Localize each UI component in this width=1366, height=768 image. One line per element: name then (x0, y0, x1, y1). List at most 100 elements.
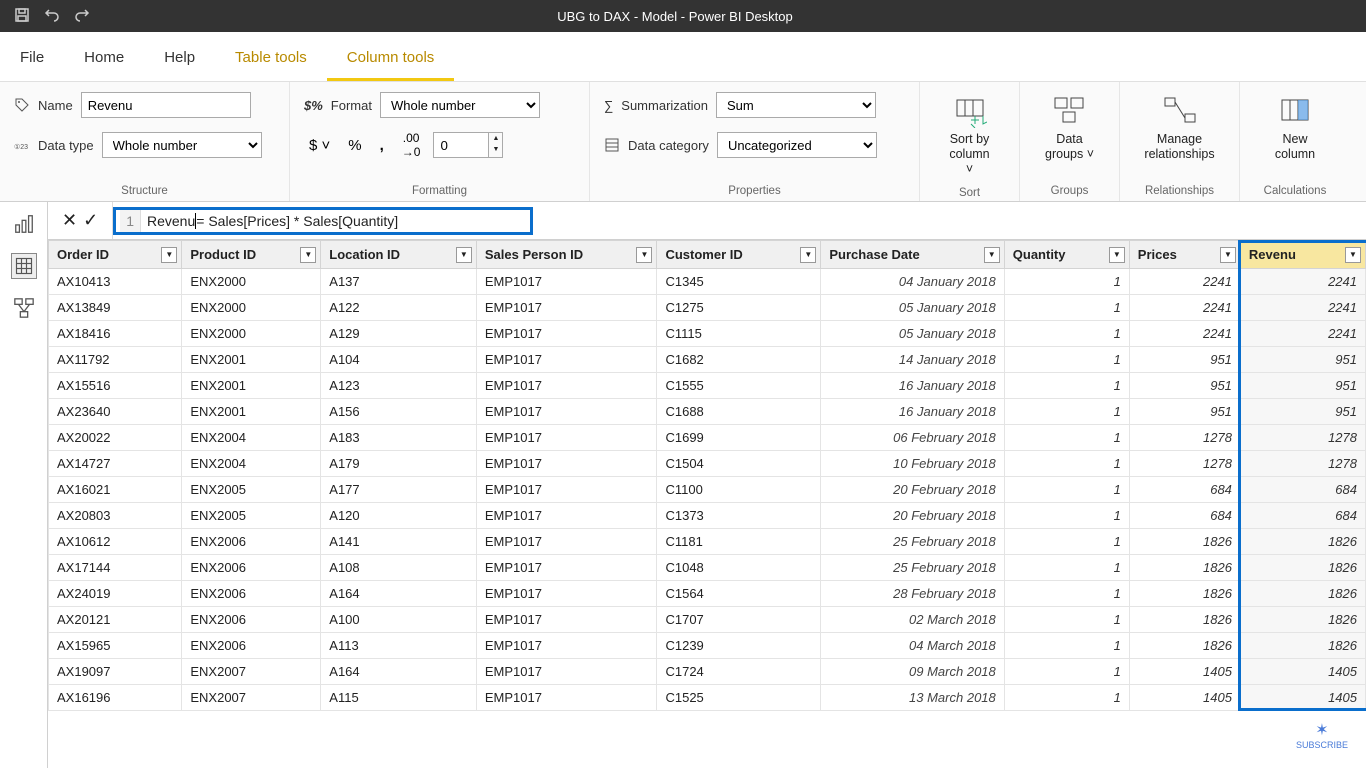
cell[interactable]: EMP1017 (476, 373, 657, 399)
cell[interactable]: 25 February 2018 (821, 529, 1004, 555)
spin-down-icon[interactable]: ▼ (489, 144, 502, 155)
cell[interactable]: AX10413 (49, 269, 182, 295)
menu-home[interactable]: Home (64, 37, 144, 81)
cell[interactable]: C1048 (657, 555, 821, 581)
cell[interactable]: A164 (321, 581, 477, 607)
cell[interactable]: 2241 (1129, 269, 1240, 295)
cell[interactable]: ENX2007 (182, 659, 321, 685)
cell[interactable]: AX15965 (49, 633, 182, 659)
cell[interactable]: EMP1017 (476, 529, 657, 555)
cell[interactable]: AX16196 (49, 685, 182, 711)
subscribe-badge[interactable]: ✶ SUBSCRIBE (1296, 720, 1348, 750)
cell[interactable]: 2241 (1129, 321, 1240, 347)
cell[interactable]: 1405 (1240, 685, 1365, 711)
cell[interactable]: 20 February 2018 (821, 503, 1004, 529)
cell[interactable]: AX18416 (49, 321, 182, 347)
undo-icon[interactable] (44, 7, 60, 26)
filter-dropdown-icon[interactable]: ▼ (300, 247, 316, 263)
column-header-customer-id[interactable]: Customer ID▼ (657, 241, 821, 269)
cell[interactable]: 1 (1004, 633, 1129, 659)
cell[interactable]: EMP1017 (476, 555, 657, 581)
cell[interactable]: EMP1017 (476, 633, 657, 659)
menu-table-tools[interactable]: Table tools (215, 37, 327, 81)
filter-dropdown-icon[interactable]: ▼ (636, 247, 652, 263)
cell[interactable]: C1504 (657, 451, 821, 477)
cell[interactable]: A183 (321, 425, 477, 451)
table-row[interactable]: AX13849ENX2000A122EMP1017C127505 January… (49, 295, 1366, 321)
cell[interactable]: EMP1017 (476, 659, 657, 685)
cell[interactable]: 05 January 2018 (821, 295, 1004, 321)
cell[interactable]: 1 (1004, 399, 1129, 425)
cell[interactable]: AX10612 (49, 529, 182, 555)
model-view-icon[interactable] (12, 296, 36, 320)
table-row[interactable]: AX11792ENX2001A104EMP1017C168214 January… (49, 347, 1366, 373)
table-row[interactable]: AX16196ENX2007A115EMP1017C152513 March 2… (49, 685, 1366, 711)
data-groups-button[interactable]: Datagroups ˅ (1035, 90, 1104, 166)
cell[interactable]: 1 (1004, 503, 1129, 529)
cell[interactable]: 25 February 2018 (821, 555, 1004, 581)
cell[interactable]: 1278 (1129, 451, 1240, 477)
cell[interactable]: AX17144 (49, 555, 182, 581)
cell[interactable]: A177 (321, 477, 477, 503)
cell[interactable]: C1699 (657, 425, 821, 451)
filter-dropdown-icon[interactable]: ▼ (161, 247, 177, 263)
manage-relationships-button[interactable]: Managerelationships (1134, 90, 1224, 166)
cell[interactable]: C1525 (657, 685, 821, 711)
cell[interactable]: 09 March 2018 (821, 659, 1004, 685)
decimals-input[interactable] (434, 133, 488, 157)
cell[interactable]: 2241 (1129, 295, 1240, 321)
cell[interactable]: AX24019 (49, 581, 182, 607)
table-row[interactable]: AX23640ENX2001A156EMP1017C168816 January… (49, 399, 1366, 425)
summarization-select[interactable]: Sum (716, 92, 876, 118)
table-row[interactable]: AX24019ENX2006A164EMP1017C156428 Februar… (49, 581, 1366, 607)
cell[interactable]: 1826 (1240, 581, 1365, 607)
column-header-location-id[interactable]: Location ID▼ (321, 241, 477, 269)
cell[interactable]: C1181 (657, 529, 821, 555)
cell[interactable]: 951 (1129, 373, 1240, 399)
format-select[interactable]: Whole number (380, 92, 540, 118)
cell[interactable]: C1707 (657, 607, 821, 633)
cell[interactable]: 1 (1004, 321, 1129, 347)
cell[interactable]: AX11792 (49, 347, 182, 373)
formula-editor[interactable]: 1 Revenu= Sales[Prices] * Sales[Quantity… (113, 207, 533, 235)
cell[interactable]: AX13849 (49, 295, 182, 321)
menu-column-tools[interactable]: Column tools (327, 37, 455, 81)
cell[interactable]: 1826 (1129, 581, 1240, 607)
cell[interactable]: ENX2001 (182, 373, 321, 399)
category-select[interactable]: Uncategorized (717, 132, 877, 158)
cell[interactable]: 1 (1004, 685, 1129, 711)
decimals-spinner[interactable]: ▲▼ (433, 132, 503, 158)
column-header-product-id[interactable]: Product ID▼ (182, 241, 321, 269)
cell[interactable]: A141 (321, 529, 477, 555)
cell[interactable]: ENX2004 (182, 451, 321, 477)
cell[interactable]: ENX2005 (182, 477, 321, 503)
cell[interactable]: C1373 (657, 503, 821, 529)
cell[interactable]: C1115 (657, 321, 821, 347)
spin-up-icon[interactable]: ▲ (489, 133, 502, 144)
report-view-icon[interactable] (12, 212, 36, 236)
name-input[interactable] (81, 92, 251, 118)
menu-file[interactable]: File (0, 37, 64, 81)
cell[interactable]: AX19097 (49, 659, 182, 685)
cell[interactable]: A179 (321, 451, 477, 477)
cell[interactable]: ENX2006 (182, 555, 321, 581)
commit-formula-icon[interactable]: ✓ (83, 210, 98, 231)
table-row[interactable]: AX20022ENX2004A183EMP1017C169906 Februar… (49, 425, 1366, 451)
cell[interactable]: A137 (321, 269, 477, 295)
cell[interactable]: A129 (321, 321, 477, 347)
cell[interactable]: A164 (321, 659, 477, 685)
cell[interactable]: EMP1017 (476, 685, 657, 711)
cell[interactable]: 04 March 2018 (821, 633, 1004, 659)
cell[interactable]: C1564 (657, 581, 821, 607)
cell[interactable]: ENX2000 (182, 321, 321, 347)
cell[interactable]: AX20803 (49, 503, 182, 529)
cell[interactable]: AX20022 (49, 425, 182, 451)
cell[interactable]: 2241 (1240, 269, 1365, 295)
cell[interactable]: EMP1017 (476, 269, 657, 295)
cell[interactable]: 13 March 2018 (821, 685, 1004, 711)
cell[interactable]: 28 February 2018 (821, 581, 1004, 607)
sort-by-column-button[interactable]: Sort bycolumn ˅ (934, 90, 1005, 181)
datatype-select[interactable]: Whole number (102, 132, 262, 158)
save-icon[interactable] (14, 7, 30, 26)
cell[interactable]: 1 (1004, 425, 1129, 451)
